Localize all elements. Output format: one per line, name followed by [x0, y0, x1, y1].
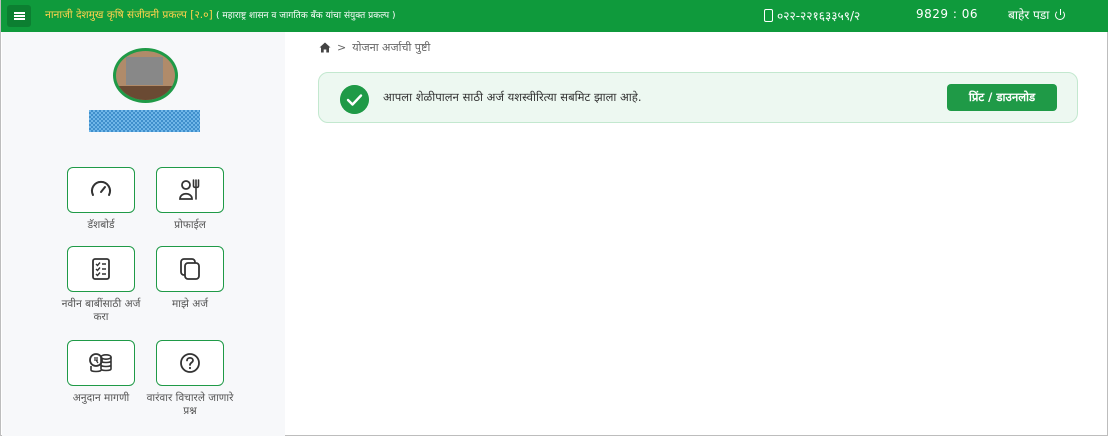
success-alert: आपला शेळीपालन साठी अर्ज यशस्वीरित्या सबम… — [318, 72, 1078, 123]
logout-label: बाहेर पडा — [1008, 8, 1050, 22]
phone-icon — [764, 9, 773, 22]
coins-icon — [89, 353, 112, 373]
logout-button[interactable]: बाहेर पडा — [1008, 6, 1066, 23]
menu-button[interactable] — [7, 5, 31, 27]
sidebar-tile-profile-label: प्रोफाईल — [174, 219, 206, 231]
breadcrumb-separator: > — [337, 41, 347, 54]
app-subtitle: ( महाराष्ट्र शासन व जागतिक बँक यांचा संय… — [216, 11, 396, 21]
alert-message: आपला शेळीपालन साठी अर्ज यशस्वीरित्या सबम… — [383, 90, 642, 104]
avatar — [113, 48, 178, 103]
app-title: नानाजी देशमुख कृषि संजीवनी प्रकल्प [२.०]… — [45, 8, 395, 22]
sidebar-tile-new-application-label: नवीन बाबींसाठी अर्ज करा — [61, 298, 141, 323]
helpline: ०२२-२२१६३३५९/२ — [764, 7, 860, 24]
sidebar-tile-faq-label: वारंवार विचारले जाणारे प्रश्न — [146, 392, 234, 417]
sidebar-tile-subsidy-demand[interactable] — [67, 340, 135, 386]
question-icon — [180, 353, 200, 373]
breadcrumb: > योजना अर्जाची पुष्टी — [319, 40, 430, 55]
sidebar-tile-dashboard-label: डॅशबोर्ड — [87, 219, 115, 231]
user-name-redacted — [89, 110, 200, 132]
dashboard-gauge-icon — [91, 180, 111, 196]
sidebar-tile-profile[interactable] — [156, 167, 224, 213]
session-counter: 9829 : 06 — [916, 7, 978, 21]
sidebar: डॅशबोर्ड प्रोफाईल नवीन बाबींसाठी अर्ज कर… — [2, 32, 285, 436]
print-download-button[interactable]: प्रिंट / डाउनलोड — [947, 84, 1057, 111]
copy-documents-icon — [180, 258, 200, 280]
sidebar-tile-my-applications-label: माझे अर्ज — [171, 298, 209, 310]
sidebar-tile-new-application[interactable] — [67, 246, 135, 292]
sidebar-tile-subsidy-demand-label: अनुदान मागणी — [72, 392, 130, 404]
checklist-icon — [92, 258, 110, 280]
breadcrumb-current: योजना अर्जाची पुष्टी — [352, 41, 431, 54]
farmer-profile-icon — [179, 179, 200, 200]
menu-icon — [13, 12, 25, 20]
helpline-number: ०२२-२२१६३३५९/२ — [777, 9, 861, 23]
sidebar-tile-my-applications[interactable] — [156, 246, 224, 292]
power-icon — [1054, 8, 1066, 21]
app-frame: नानाजी देशमुख कृषि संजीवनी प्रकल्प [२.०]… — [0, 0, 1108, 436]
sidebar-tile-dashboard[interactable] — [67, 167, 135, 213]
app-title-text: नानाजी देशमुख कृषि संजीवनी प्रकल्प [२.०] — [45, 9, 213, 21]
sidebar-tile-faq[interactable] — [156, 340, 224, 386]
home-icon[interactable] — [319, 42, 331, 53]
top-bar: नानाजी देशमुख कृषि संजीवनी प्रकल्प [२.०]… — [1, 0, 1108, 32]
check-circle-icon — [340, 85, 369, 114]
